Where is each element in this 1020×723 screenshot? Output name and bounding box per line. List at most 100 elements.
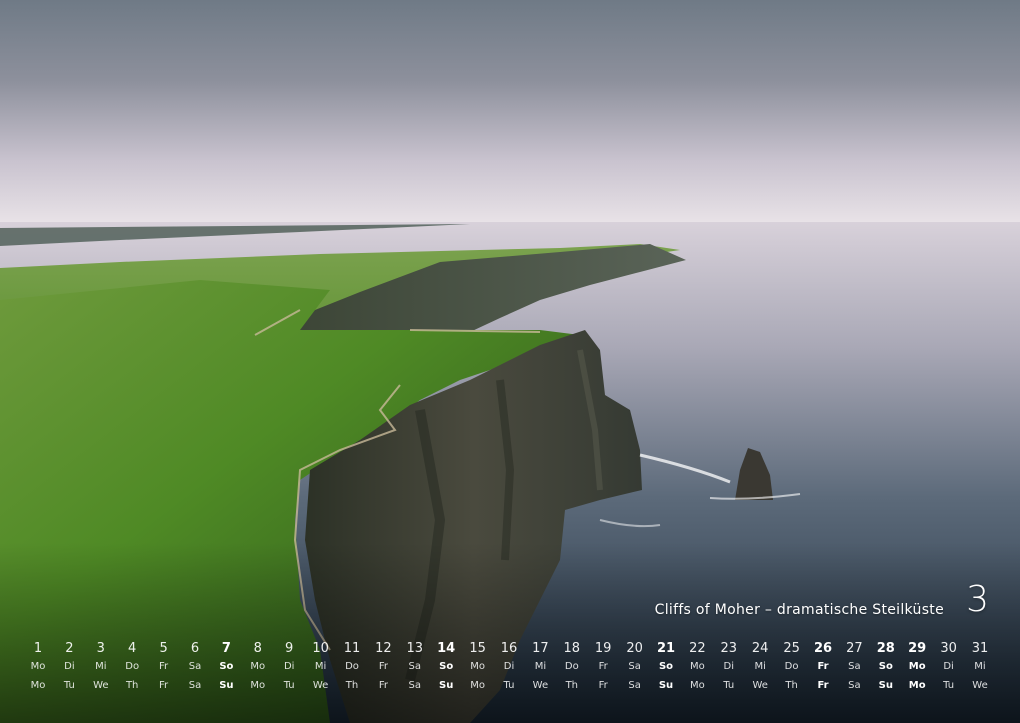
calendar-day: 7 So Su bbox=[210, 640, 242, 698]
weekday-english: Sa bbox=[408, 680, 422, 691]
weekday-german: Do bbox=[784, 661, 799, 672]
weekday-english: Sa bbox=[188, 680, 202, 691]
calendar-day: 2 Di Tu bbox=[53, 640, 85, 698]
weekday-german: Di bbox=[723, 661, 735, 672]
day-number: 8 bbox=[253, 641, 262, 656]
calendar-day: 19 Fr Fr bbox=[587, 640, 619, 698]
calendar-day: 18 Do Th bbox=[556, 640, 588, 698]
day-number: 16 bbox=[500, 641, 518, 656]
weekday-english: Th bbox=[345, 680, 359, 691]
weekday-english: Fr bbox=[598, 680, 608, 691]
weekday-german: So bbox=[219, 661, 234, 672]
weekday-german: So bbox=[658, 661, 674, 672]
weekday-english: Tu bbox=[723, 680, 735, 691]
weekday-german: Di bbox=[64, 661, 75, 672]
weekday-german: Fr bbox=[159, 661, 169, 672]
weekday-german: Sa bbox=[188, 661, 202, 672]
photo-caption: Cliffs of Moher – dramatische Steilküste bbox=[654, 602, 944, 618]
calendar-day: 22 Mo Mo bbox=[681, 640, 713, 698]
weekday-english: Su bbox=[658, 680, 674, 691]
weekday-german: Mi bbox=[754, 661, 766, 672]
calendar-day: 29 Mo Mo bbox=[901, 640, 933, 698]
weekday-german: Mo bbox=[908, 661, 926, 672]
day-number: 2 bbox=[65, 641, 74, 656]
weekday-english: Tu bbox=[63, 680, 75, 691]
calendar-day: 27 Sa Sa bbox=[838, 640, 870, 698]
weekday-english: Th bbox=[785, 680, 798, 691]
weekday-german: Mo bbox=[690, 661, 705, 672]
calendar-day: 4 Do Th bbox=[116, 640, 148, 698]
day-number: 29 bbox=[908, 641, 927, 656]
weekday-english: Sa bbox=[628, 680, 641, 691]
weekday-english: Mo bbox=[470, 680, 485, 691]
day-number: 11 bbox=[343, 641, 361, 656]
weekday-english: We bbox=[93, 680, 109, 691]
day-number: 18 bbox=[563, 641, 581, 656]
calendar-day: 20 Sa Sa bbox=[619, 640, 651, 698]
day-number: 20 bbox=[626, 641, 643, 656]
day-number: 21 bbox=[656, 641, 676, 656]
day-number: 12 bbox=[375, 641, 392, 656]
weekday-german: Sa bbox=[848, 661, 861, 672]
day-number: 9 bbox=[285, 641, 294, 656]
calendar-day: 24 Mi We bbox=[744, 640, 776, 698]
day-number: 4 bbox=[128, 641, 137, 656]
day-number: 26 bbox=[813, 641, 833, 656]
day-number: 3 bbox=[96, 641, 105, 656]
weekday-german: Fr bbox=[598, 661, 608, 672]
weekday-german: Di bbox=[283, 661, 295, 672]
calendar-day: 23 Di Tu bbox=[713, 640, 745, 698]
weekday-english: We bbox=[752, 680, 768, 691]
weekday-german: Mi bbox=[534, 661, 547, 672]
calendar-day: 21 So Su bbox=[650, 640, 682, 698]
calendar-day: 17 Mi We bbox=[524, 640, 556, 698]
weekday-english: Mo bbox=[30, 680, 46, 691]
calendar-day: 14 So Su bbox=[430, 640, 462, 698]
weekday-english: Tu bbox=[503, 680, 515, 691]
day-number: 27 bbox=[846, 641, 863, 656]
day-number: 24 bbox=[751, 641, 769, 656]
weekday-english: Su bbox=[439, 680, 454, 691]
day-number: 23 bbox=[720, 641, 738, 656]
weekday-english: We bbox=[312, 680, 329, 691]
weekday-german: Di bbox=[503, 661, 515, 672]
day-number: 28 bbox=[876, 641, 895, 656]
weekday-german: Mo bbox=[250, 661, 266, 672]
weekday-german: Do bbox=[125, 661, 140, 672]
weekday-english: Mo bbox=[250, 680, 266, 691]
day-number: 13 bbox=[406, 641, 424, 656]
calendar-day: 6 Sa Sa bbox=[179, 640, 211, 698]
calendar-day: 26 Fr Fr bbox=[807, 640, 839, 698]
calendar-day: 15 Mo Mo bbox=[462, 640, 494, 698]
calendar-day: 9 Di Tu bbox=[273, 640, 305, 698]
weekday-german: Do bbox=[564, 661, 579, 672]
calendar-day: 12 Fr Fr bbox=[367, 640, 399, 698]
calendar-day: 30 Di Tu bbox=[933, 640, 965, 698]
day-number: 31 bbox=[971, 641, 989, 656]
weekday-german: Sa bbox=[408, 661, 422, 672]
weekday-english: Su bbox=[878, 680, 893, 691]
weekday-german: Mi bbox=[974, 661, 986, 672]
day-number: 1 bbox=[33, 641, 43, 656]
weekday-german: So bbox=[878, 661, 893, 672]
weekday-english: We bbox=[972, 680, 988, 691]
month-number: 3 bbox=[966, 579, 989, 620]
calendar-day: 25 Do Th bbox=[776, 640, 808, 698]
weekday-german: Do bbox=[345, 661, 359, 672]
day-number: 14 bbox=[437, 641, 456, 656]
calendar-day: 16 Di Tu bbox=[493, 640, 525, 698]
weekday-english: Tu bbox=[943, 680, 955, 691]
weekday-english: Fr bbox=[159, 680, 169, 691]
weekday-german: Mo bbox=[30, 661, 46, 672]
day-number: 22 bbox=[689, 641, 706, 656]
calendar-day: 8 Mo Mo bbox=[242, 640, 274, 698]
day-number: 7 bbox=[221, 641, 231, 656]
calendar-day: 1 Mo Mo bbox=[22, 640, 54, 698]
weekday-english: Sa bbox=[848, 680, 861, 691]
weekday-english: Th bbox=[565, 680, 579, 691]
calendar-day: 10 Mi We bbox=[305, 640, 337, 698]
day-number: 10 bbox=[312, 641, 329, 656]
calendar-day: 31 Mi We bbox=[964, 640, 996, 698]
day-number: 25 bbox=[783, 641, 800, 656]
weekday-german: Fr bbox=[378, 661, 388, 672]
